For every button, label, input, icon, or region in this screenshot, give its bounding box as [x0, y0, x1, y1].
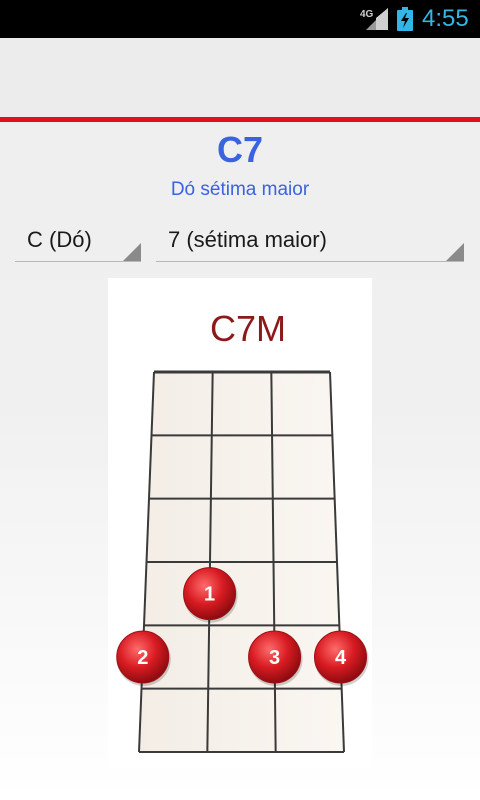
chord-diagram: C7M 1 2 3 4	[116, 308, 369, 753]
spinner-dropdown-icon	[446, 243, 464, 261]
action-bar	[0, 38, 480, 122]
chord-description: Dó sétima maior	[170, 179, 310, 200]
chord-type-selected: 7 (sétima maior)	[168, 227, 327, 252]
signal-4g-icon: 4G	[360, 8, 388, 30]
root-note-spinner[interactable]: C (Dó)	[15, 222, 141, 262]
network-type-label: 4G	[360, 9, 374, 20]
finger-marker-4: 4	[314, 630, 369, 686]
chord-type-spinner[interactable]: 7 (sétima maior)	[156, 222, 464, 262]
status-time: 4:55	[422, 5, 469, 32]
spinner-dropdown-icon	[123, 243, 141, 261]
chord-name: C7	[216, 129, 264, 170]
fretboard	[138, 370, 345, 753]
root-note-selected: C (Dó)	[27, 227, 92, 252]
chord-diagram-card: C7M 1 2 3 4	[108, 278, 372, 768]
finger-number: 2	[137, 647, 148, 669]
finger-number: 1	[204, 584, 215, 606]
finger-number: 3	[269, 647, 280, 669]
battery-charging-icon	[397, 7, 413, 31]
diagram-title: C7M	[210, 308, 286, 349]
status-bar: 4G 4:55	[0, 0, 480, 38]
finger-number: 4	[335, 647, 347, 669]
